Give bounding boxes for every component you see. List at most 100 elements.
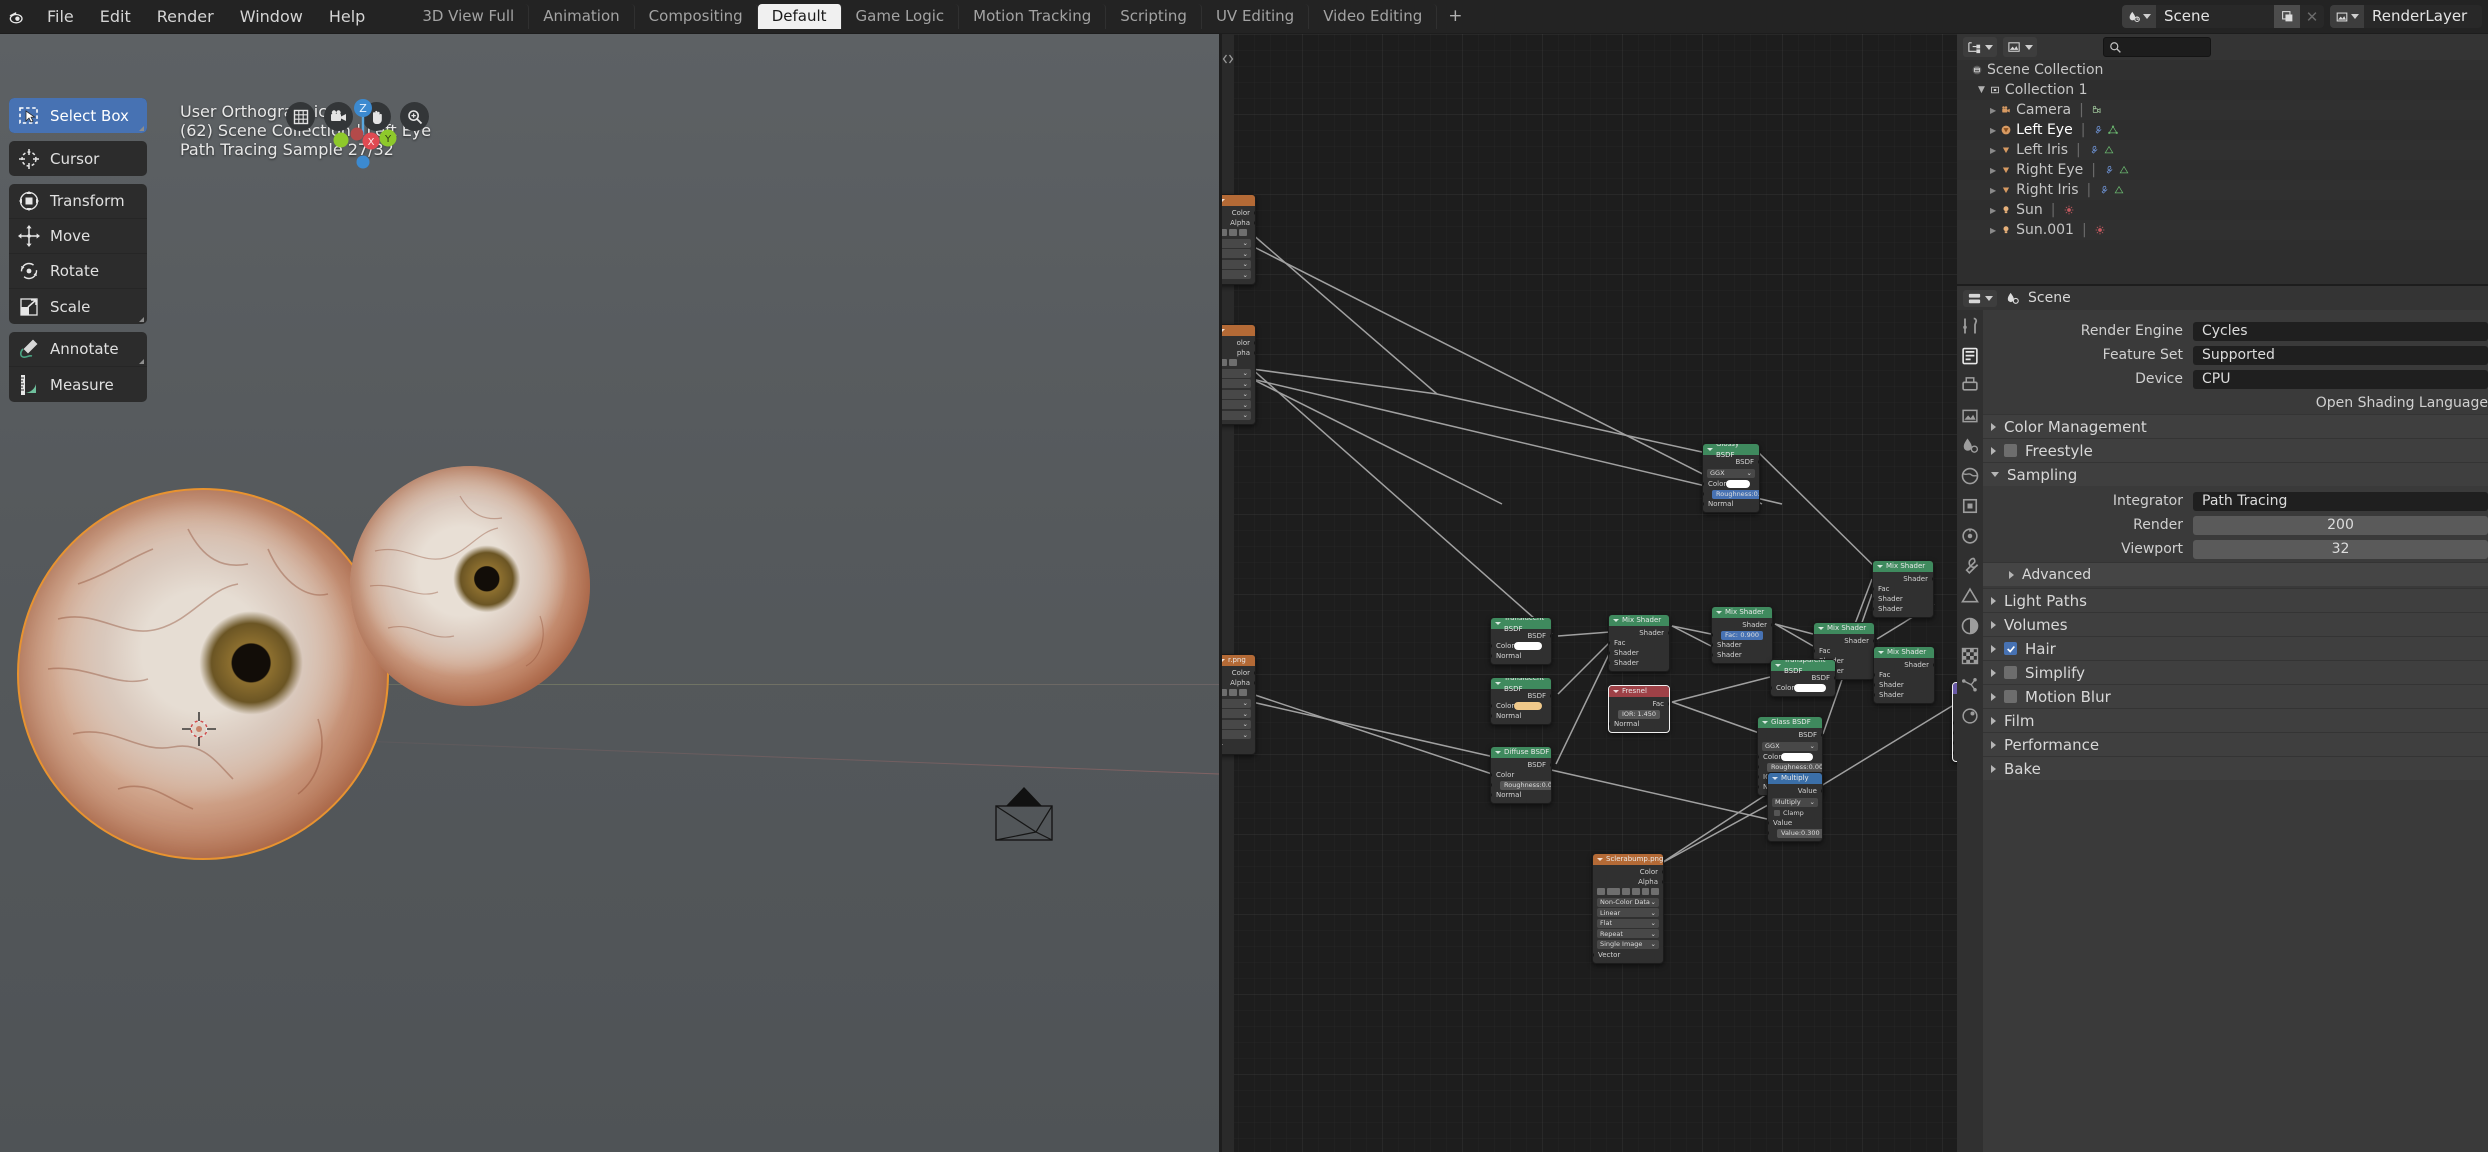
node-input-ior[interactable]: IOR: 1.450: [1609, 709, 1669, 719]
node-field-roughness[interactable]: Roughness: 0.000: [1767, 763, 1823, 772]
expand-triangle-icon[interactable]: ▼: [1978, 85, 1985, 95]
scene-icon[interactable]: [2122, 5, 2156, 28]
node-output-value[interactable]: Value: [1768, 786, 1822, 796]
blender-logo-icon[interactable]: [0, 0, 34, 33]
node-header[interactable]: Glossy BSDF: [1703, 444, 1759, 455]
node-header[interactable]: Mix Shader: [1814, 623, 1874, 634]
node-header[interactable]: Fresnel: [1609, 686, 1669, 697]
modifier-icon[interactable]: [2099, 185, 2109, 195]
outliner-row-right-iris[interactable]: ▶ Right Iris |: [1957, 180, 2488, 200]
tool-expand-corner[interactable]: [139, 359, 144, 364]
color-swatch[interactable]: [1794, 684, 1826, 692]
expand-triangle-icon[interactable]: [1991, 669, 1996, 677]
node-diffuse-bsdf[interactable]: Diffuse BSDF BSDF Color Roughness: 0.000…: [1490, 746, 1552, 804]
outliner-filter-icon[interactable]: [2003, 37, 2037, 57]
node-output-shader[interactable]: Shader: [1712, 620, 1772, 630]
panel-performance[interactable]: Performance: [1983, 732, 2488, 756]
node-input-shader-1[interactable]: Shader: [1712, 640, 1772, 650]
node-dropdown-projection[interactable]: ⌄: [1222, 720, 1251, 729]
node-input-color[interactable]: Color: [1491, 641, 1551, 651]
field-value[interactable]: 200: [2193, 516, 2488, 535]
expand-triangle-icon[interactable]: [1991, 423, 1996, 431]
object-icon[interactable]: [1960, 496, 1980, 516]
node-output-bsdf[interactable]: BSDF: [1703, 457, 1759, 467]
menu-render[interactable]: Render: [144, 0, 227, 33]
node-field-roughness[interactable]: Roughness: 0.265: [1712, 490, 1760, 499]
field-value[interactable]: CPU: [2193, 370, 2488, 389]
outliner-row-sun[interactable]: ▶ Sun |: [1957, 200, 2488, 220]
node-input-fac[interactable]: Fac: 0.900: [1712, 630, 1772, 640]
checkbox-icon[interactable]: [1774, 810, 1780, 816]
tool-annotate[interactable]: Annotate: [9, 332, 147, 367]
node-header[interactable]: [1222, 325, 1255, 336]
node-input-color[interactable]: Color: [1758, 752, 1822, 762]
node-dropdown-operation[interactable]: Multiply⌄: [1772, 798, 1818, 807]
node-translucent-bsdf-1[interactable]: Translucent BSDF BSDF Color Normal: [1490, 617, 1552, 665]
tool-scale[interactable]: Scale: [9, 289, 147, 324]
node-image-texture-1[interactable]: Color Alpha ⌄ ⌄ ⌄ ⌄: [1222, 194, 1256, 285]
node-dropdown-interp[interactable]: ⌄: [1222, 709, 1251, 718]
panel-volumes[interactable]: Volumes: [1983, 612, 2488, 636]
mesh-data-icon[interactable]: [2119, 165, 2129, 175]
modifier-icon[interactable]: [2093, 125, 2103, 135]
workspace-tab-animation[interactable]: Animation: [529, 4, 634, 29]
node-dropdown-projection[interactable]: ⌄: [1222, 390, 1251, 399]
tool-icon[interactable]: [1960, 316, 1980, 336]
modifier-wrench-icon[interactable]: [1960, 556, 1980, 576]
right-eye-sphere[interactable]: [350, 466, 590, 706]
grid-overlay-icon[interactable]: [286, 102, 315, 131]
material-icon[interactable]: [1960, 616, 1980, 636]
view-layer-icon[interactable]: [1960, 406, 1980, 426]
node-dropdown-extension[interactable]: ⌄: [1222, 730, 1251, 739]
node-input-color[interactable]: Color: [1491, 701, 1551, 711]
node-input-fac[interactable]: Fac: [1873, 584, 1933, 594]
image-datablock-icons[interactable]: [1222, 688, 1255, 697]
mesh-data-icon[interactable]: [2114, 185, 2124, 195]
node-header[interactable]: Sclerabump.png.002: [1593, 854, 1663, 865]
node-mix-shader-1[interactable]: Mix Shader Shader Fac Shader Shader: [1608, 614, 1670, 672]
tool-measure[interactable]: Measure: [9, 367, 147, 402]
node-input-roughness[interactable]: Roughness: 0.000: [1758, 762, 1822, 772]
device-field[interactable]: Device CPU: [1983, 368, 2488, 390]
node-input-fac[interactable]: Fac: [1874, 670, 1934, 680]
node-input-normal[interactable]: Normal: [1491, 651, 1551, 661]
node-output-shader[interactable]: Shader: [1814, 636, 1874, 646]
outliner-display-mode-icon[interactable]: [1963, 37, 1997, 57]
node-input-fac[interactable]: Fac: [1609, 638, 1669, 648]
node-output-bsdf[interactable]: BSDF: [1491, 760, 1551, 770]
expand-triangle-icon[interactable]: ▶: [1990, 166, 1996, 175]
node-dropdown-extension[interactable]: ⌄: [1222, 400, 1251, 409]
image-datablock-icons[interactable]: [1222, 358, 1255, 367]
workspace-tab-3d-view-full[interactable]: 3D View Full: [408, 4, 529, 29]
render-layer-icon[interactable]: [2330, 5, 2364, 28]
panel-motion-blur[interactable]: Motion Blur: [1983, 684, 2488, 708]
expand-triangle-icon[interactable]: ▶: [1990, 226, 1996, 235]
checkbox-icon[interactable]: [2004, 666, 2017, 679]
node-field-ior[interactable]: IOR: 1.450: [1618, 710, 1660, 719]
node-field-value[interactable]: Value: 0.300: [1777, 829, 1823, 838]
outliner-row-collection-1[interactable]: ▼ Collection 1: [1957, 80, 2488, 100]
data-icon[interactable]: [1960, 586, 1980, 606]
outliner-row-sun-001[interactable]: ▶ Sun.001 |: [1957, 220, 2488, 240]
node-mix-shader-4[interactable]: Mix Shader Shader Fac Shader Shader: [1873, 646, 1935, 704]
expand-triangle-icon[interactable]: [1991, 717, 1996, 725]
node-output-alpha[interactable]: Alpha: [1593, 877, 1663, 887]
properties-editor[interactable]: Scene Render Engine Cycles F: [1957, 286, 2488, 1152]
node-input-shader-1[interactable]: Shader: [1609, 648, 1669, 658]
checkbox-icon[interactable]: [2004, 444, 2017, 457]
menu-file[interactable]: File: [34, 0, 87, 33]
world-icon[interactable]: [1960, 466, 1980, 486]
node-input-shader-1[interactable]: Shader: [1874, 680, 1934, 690]
render-icon[interactable]: [1960, 346, 1980, 366]
node-input-shader-2[interactable]: Shader: [1609, 658, 1669, 668]
tool-expand-corner[interactable]: [139, 126, 144, 131]
node-dropdown-colorspace[interactable]: Non-Color Data⌄: [1597, 898, 1659, 907]
expand-triangle-icon[interactable]: ▶: [1990, 126, 1996, 135]
workspace-tab-uv-editing[interactable]: UV Editing: [1202, 4, 1309, 29]
node-header[interactable]: Mix Shader: [1873, 561, 1933, 572]
outliner-row-camera[interactable]: ▶ Camera |: [1957, 100, 2488, 120]
viewport-samples-field[interactable]: Viewport 32: [1983, 538, 2488, 560]
node-input-shader-2[interactable]: Shader: [1874, 690, 1934, 700]
field-value[interactable]: Supported: [2193, 346, 2488, 365]
image-datablock-icons[interactable]: [1593, 887, 1663, 896]
